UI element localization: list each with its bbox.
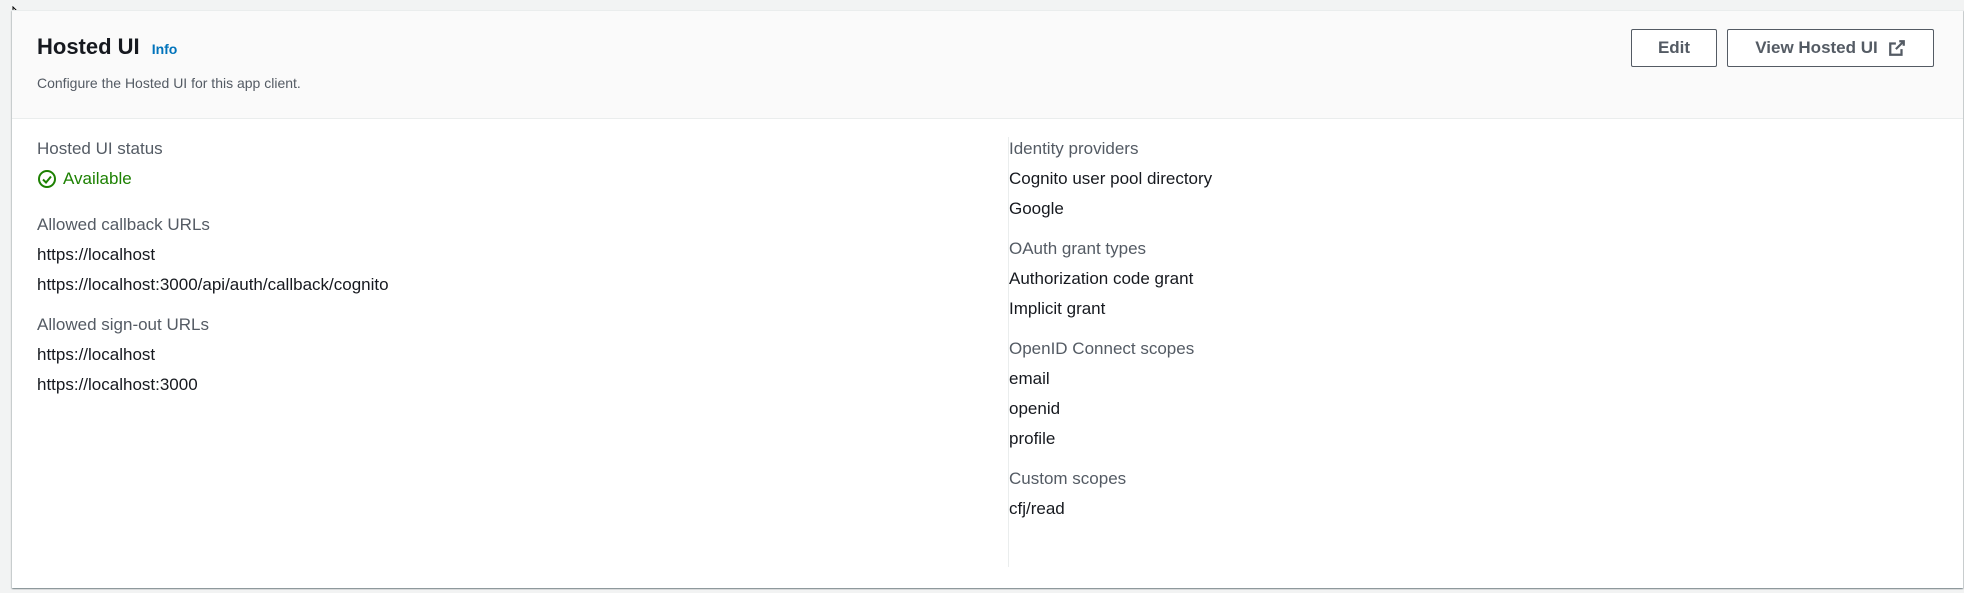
edit-button-label: Edit (1657, 38, 1691, 57)
field-openid-scopes: OpenID Connect scopes email openid profi… (1009, 337, 1909, 451)
field-label: Identity providers (1009, 139, 1139, 158)
signout-url: https://localhost (37, 345, 156, 364)
openid-scope: profile (1009, 429, 1056, 448)
header-description: Configure the Hosted UI for this app cli… (37, 75, 301, 91)
container-header: Hosted UI Info Configure the Hosted UI f… (12, 11, 1963, 119)
field-label: OpenID Connect scopes (1009, 339, 1195, 358)
callback-url: https://localhost:3000/api/auth/callback… (37, 275, 389, 294)
custom-scope: cfj/read (1009, 499, 1065, 518)
status-indicator: Available (37, 167, 977, 191)
container-content: Hosted UI status Available Allowed callb… (37, 137, 1963, 588)
status-text: Available (63, 169, 132, 188)
info-link[interactable]: Info (152, 41, 178, 57)
view-hosted-ui-button[interactable]: View Hosted UI (1727, 29, 1934, 67)
openid-scope: email (1009, 369, 1050, 388)
field-callback-urls: Allowed callback URLs https://localhost … (37, 213, 977, 297)
grant-type: Implicit grant (1009, 299, 1106, 318)
view-hosted-ui-label: View Hosted UI (1755, 38, 1878, 57)
field-identity-providers: Identity providers Cognito user pool dir… (1009, 137, 1909, 221)
header-actions: Edit View Hosted UI (1631, 29, 1934, 67)
field-label: Allowed callback URLs (37, 215, 210, 234)
field-custom-scopes: Custom scopes cfj/read (1009, 467, 1909, 521)
identity-provider: Google (1009, 199, 1064, 218)
page-title: Hosted UI (37, 34, 140, 59)
identity-provider: Cognito user pool directory (1009, 169, 1213, 188)
field-label: Custom scopes (1009, 469, 1127, 488)
field-signout-urls: Allowed sign-out URLs https://localhost … (37, 313, 977, 397)
field-label: OAuth grant types (1009, 239, 1147, 258)
callback-url: https://localhost (37, 245, 156, 264)
grant-type: Authorization code grant (1009, 269, 1194, 288)
edit-button[interactable]: Edit (1631, 29, 1717, 67)
check-circle-icon (38, 170, 56, 188)
field-hosted-ui-status: Hosted UI status Available (37, 137, 977, 191)
signout-url: https://localhost:3000 (37, 375, 198, 394)
right-column: Identity providers Cognito user pool dir… (1009, 137, 1909, 537)
openid-scope: openid (1009, 399, 1061, 418)
field-label: Hosted UI status (37, 139, 163, 158)
field-oauth-grant-types: OAuth grant types Authorization code gra… (1009, 237, 1909, 321)
hosted-ui-container: Hosted UI Info Configure the Hosted UI f… (12, 10, 1963, 588)
external-link-icon (1888, 40, 1905, 56)
title-row: Hosted UI Info (37, 33, 177, 61)
left-column: Hosted UI status Available Allowed callb… (37, 137, 977, 413)
field-label: Allowed sign-out URLs (37, 315, 209, 334)
